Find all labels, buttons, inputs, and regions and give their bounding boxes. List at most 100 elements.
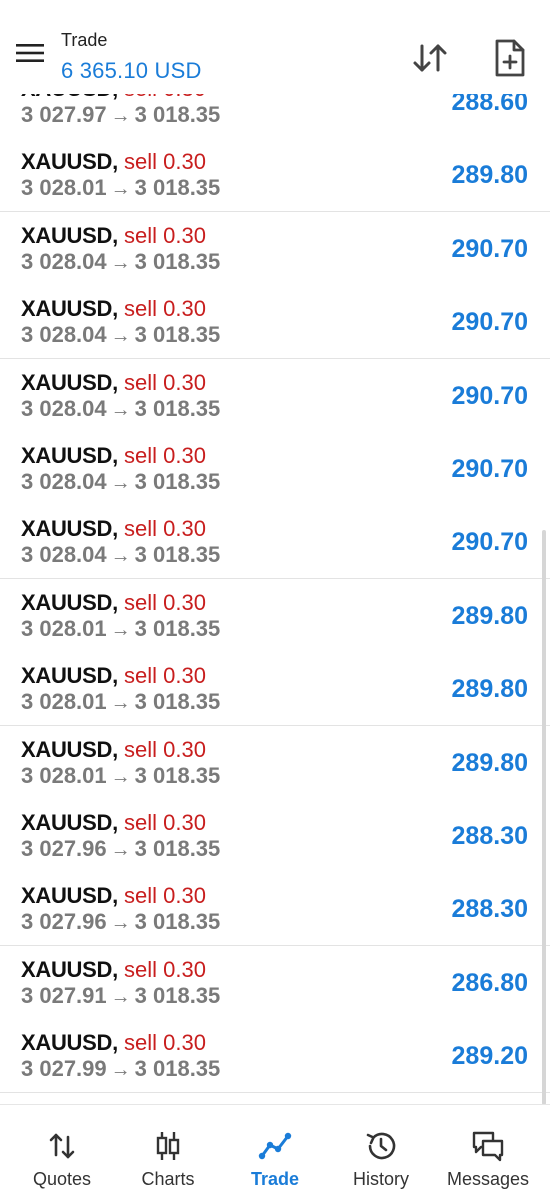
messages-chat-icon bbox=[472, 1131, 504, 1162]
open-price: 3 028.04 bbox=[21, 395, 107, 421]
position-title: XAUUSD, sell 0.30 bbox=[21, 663, 206, 689]
position-title: XAUUSD, sell 0.30 bbox=[21, 149, 206, 175]
position-symbol: XAUUSD, bbox=[21, 296, 118, 322]
position-side: sell 0.30 bbox=[124, 94, 206, 101]
position-symbol: XAUUSD, bbox=[21, 443, 118, 468]
nav-label: History bbox=[352, 1169, 409, 1189]
position-prices: 3 027.97 → 3 018.35 bbox=[21, 102, 220, 129]
position-row[interactable]: XAUUSD, sell 0.30 3 028.04 → 3 018.35 290.70 bbox=[0, 358, 550, 433]
app-header: Trade 6 365.10 USD bbox=[0, 0, 550, 94]
position-prices: 3 028.04 → 3 018.35 bbox=[21, 469, 220, 496]
position-row[interactable]: XAUUSD, sell 0.30 3 027.91 → 3 018.35 286.80 bbox=[0, 945, 550, 1020]
position-row[interactable]: XAUUSD, sell 0.30 3 028.01 → 3 018.35 289.80 bbox=[0, 138, 550, 213]
candlestick-chart-icon bbox=[156, 1132, 180, 1160]
current-price: 3 018.35 bbox=[134, 322, 221, 348]
position-symbol: XAUUSD, bbox=[21, 736, 118, 762]
account-balance: 6 365.10 USD bbox=[61, 58, 202, 83]
current-price: 3 018.35 bbox=[134, 909, 221, 935]
position-side: sell 0.30 bbox=[124, 956, 206, 982]
nav-trade[interactable]: Trade bbox=[225, 1105, 325, 1200]
position-symbol: XAUUSD, bbox=[21, 149, 118, 175]
arrow-right-icon: → bbox=[110, 325, 131, 348]
position-profit: 289.80 bbox=[451, 601, 528, 630]
new-document-icon[interactable] bbox=[492, 38, 528, 78]
nav-quotes[interactable]: Quotes bbox=[12, 1105, 112, 1200]
position-row[interactable]: XAUUSD, sell 0.30 3 028.01 → 3 018.35 289.80 bbox=[0, 652, 550, 727]
position-row[interactable]: XAUUSD, sell 0.30 3 027.96 → 3 018.35 288.30 bbox=[0, 799, 550, 873]
position-title: XAUUSD, sell 0.30 bbox=[21, 443, 206, 469]
position-symbol: XAUUSD, bbox=[21, 516, 118, 542]
position-prices: 3 028.04 → 3 018.35 bbox=[21, 322, 220, 349]
position-symbol: XAUUSD, bbox=[21, 222, 118, 248]
arrow-right-icon: → bbox=[110, 692, 131, 715]
position-profit: 290.70 bbox=[451, 381, 528, 410]
position-prices: 3 028.04 → 3 018.35 bbox=[21, 396, 220, 423]
position-row[interactable]: XAUUSD, sell 0.30 3 028.04 → 3 018.35 290.70 bbox=[0, 211, 550, 286]
open-price: 3 028.01 bbox=[21, 175, 107, 201]
nav-label: Quotes bbox=[32, 1169, 92, 1189]
arrow-right-icon: → bbox=[110, 985, 131, 1008]
position-prices: 3 028.01 → 3 018.35 bbox=[21, 763, 220, 790]
position-title: XAUUSD, sell 0.30 bbox=[21, 590, 206, 616]
position-side: sell 0.30 bbox=[124, 663, 206, 689]
position-title: XAUUSD, sell 0.30 bbox=[21, 223, 206, 249]
positions-list[interactable]: XAUUSD, sell 0.303 027.97→3 018.35288.60… bbox=[0, 94, 550, 1104]
position-symbol: XAUUSD, bbox=[21, 369, 118, 395]
position-row[interactable]: XAUUSD, sell 0.303 027.97→3 018.35288.60 bbox=[0, 94, 550, 139]
position-side: sell 0.30 bbox=[124, 883, 206, 909]
current-price: 3 018.35 bbox=[134, 615, 221, 641]
nav-label: Messages bbox=[446, 1169, 530, 1189]
arrow-right-icon: → bbox=[110, 765, 131, 788]
quotes-arrows-icon bbox=[49, 1133, 75, 1159]
current-price: 3 018.35 bbox=[134, 982, 221, 1008]
position-profit: 289.80 bbox=[451, 675, 528, 704]
nav-label: Trade bbox=[250, 1169, 300, 1189]
position-side: sell 0.30 bbox=[124, 149, 206, 175]
position-row[interactable]: XAUUSD, sell 0.30 3 027.96 → 3 018.35 288.30 bbox=[0, 872, 550, 947]
position-row[interactable]: XAUUSD, sell 0.30 3 028.04 → 3 018.35 290.70 bbox=[0, 432, 550, 506]
open-price: 3 027.96 bbox=[21, 909, 107, 935]
position-side: sell 0.30 bbox=[124, 296, 206, 322]
open-price: 3 028.04 bbox=[21, 469, 107, 494]
position-title: XAUUSD, sell 0.30 bbox=[21, 370, 206, 396]
current-price: 3 018.35 bbox=[134, 102, 221, 127]
current-price: 3 018.35 bbox=[134, 762, 221, 788]
position-side: sell 0.30 bbox=[124, 222, 206, 248]
position-symbol: XAUUSD, bbox=[21, 883, 118, 909]
position-symbol: XAUUSD, bbox=[21, 810, 118, 835]
current-price: 3 018.35 bbox=[134, 836, 221, 861]
arrow-right-icon: → bbox=[110, 251, 131, 274]
position-row[interactable]: XAUUSD, sell 0.30 3 028.01 → 3 018.35 289.80 bbox=[0, 578, 550, 653]
position-row[interactable]: XAUUSD, sell 0.30 3 027.99 → 3 018.35 289.20 bbox=[0, 1019, 550, 1094]
scrollbar[interactable] bbox=[542, 530, 546, 1105]
position-prices: 3 027.96 → 3 018.35 bbox=[21, 836, 220, 863]
position-title: XAUUSD, sell 0.30 bbox=[21, 296, 206, 322]
position-row[interactable]: XAUUSD, sell 0.30 3 028.04 → 3 018.35 290.70 bbox=[0, 285, 550, 360]
position-side: sell 0.30 bbox=[124, 516, 206, 542]
current-price: 3 018.35 bbox=[134, 395, 221, 421]
position-profit: 288.30 bbox=[451, 895, 528, 924]
nav-messages[interactable]: Messages bbox=[436, 1105, 540, 1200]
nav-label: Charts bbox=[141, 1169, 195, 1189]
position-symbol: XAUUSD, bbox=[21, 663, 118, 689]
arrow-right-icon: → bbox=[110, 472, 131, 494]
position-profit: 286.80 bbox=[451, 968, 528, 997]
nav-history[interactable]: History bbox=[331, 1105, 431, 1200]
position-profit: 289.80 bbox=[451, 161, 528, 190]
hamburger-menu-icon[interactable] bbox=[14, 40, 46, 66]
position-prices: 3 027.99 → 3 018.35 bbox=[21, 1056, 220, 1083]
sort-arrows-icon[interactable] bbox=[410, 40, 450, 76]
arrow-right-icon: → bbox=[110, 839, 131, 861]
current-price: 3 018.35 bbox=[134, 542, 221, 568]
position-symbol: XAUUSD, bbox=[21, 956, 118, 982]
position-row[interactable]: XAUUSD, sell 0.30 3 028.04 → 3 018.35 290.70 bbox=[0, 505, 550, 580]
position-prices: 3 028.01 → 3 018.35 bbox=[21, 616, 220, 643]
position-prices: 3 028.04 → 3 018.35 bbox=[21, 249, 220, 276]
position-prices: 3 028.01 → 3 018.35 bbox=[21, 175, 220, 202]
arrow-right-icon: → bbox=[110, 1059, 131, 1082]
position-title: XAUUSD, sell 0.30 bbox=[21, 810, 206, 836]
position-row[interactable]: XAUUSD, sell 0.30 3 028.01 → 3 018.35 289.80 bbox=[0, 725, 550, 800]
position-side: sell 0.30 bbox=[124, 443, 206, 468]
bottom-navigation: Quotes Charts Trade History Messages bbox=[0, 1104, 550, 1200]
nav-charts[interactable]: Charts bbox=[118, 1105, 218, 1200]
